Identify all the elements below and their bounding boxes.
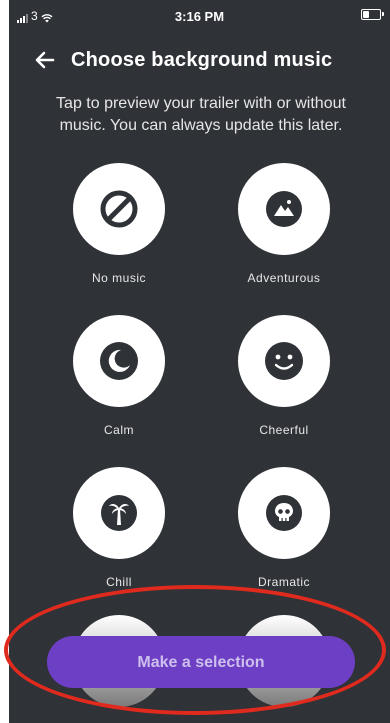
option-calm[interactable]: Calm: [59, 315, 179, 437]
moon-icon: [100, 342, 138, 380]
option-no-music[interactable]: No music: [59, 163, 179, 285]
option-dramatic[interactable]: Dramatic: [224, 467, 344, 589]
option-label: Adventurous: [247, 271, 321, 285]
option-circle[interactable]: [238, 163, 330, 255]
option-circle[interactable]: [238, 315, 330, 407]
palm-tree-icon: [101, 495, 137, 531]
no-music-icon: [100, 190, 138, 228]
option-cheerful[interactable]: Cheerful: [224, 315, 344, 437]
option-circle[interactable]: [73, 467, 165, 559]
smiley-icon: [265, 342, 303, 380]
option-circle[interactable]: [73, 163, 165, 255]
option-circle[interactable]: [73, 315, 165, 407]
make-selection-button[interactable]: Make a selection: [47, 636, 355, 688]
option-label: Dramatic: [257, 575, 310, 589]
option-label: Chill: [106, 575, 132, 589]
mountain-icon: [266, 191, 302, 227]
option-chill[interactable]: Chill: [59, 467, 179, 589]
option-label: Cheerful: [259, 423, 309, 437]
music-options-grid: No music Adventurous Calm Cheerful Chill…: [9, 0, 390, 723]
option-label: No music: [91, 271, 146, 285]
skull-icon: [266, 495, 302, 531]
app-screen: 3 3:16 PM Choose background music Tap to…: [9, 0, 390, 723]
option-label: Calm: [103, 423, 134, 437]
option-circle[interactable]: [238, 467, 330, 559]
option-adventurous[interactable]: Adventurous: [224, 163, 344, 285]
